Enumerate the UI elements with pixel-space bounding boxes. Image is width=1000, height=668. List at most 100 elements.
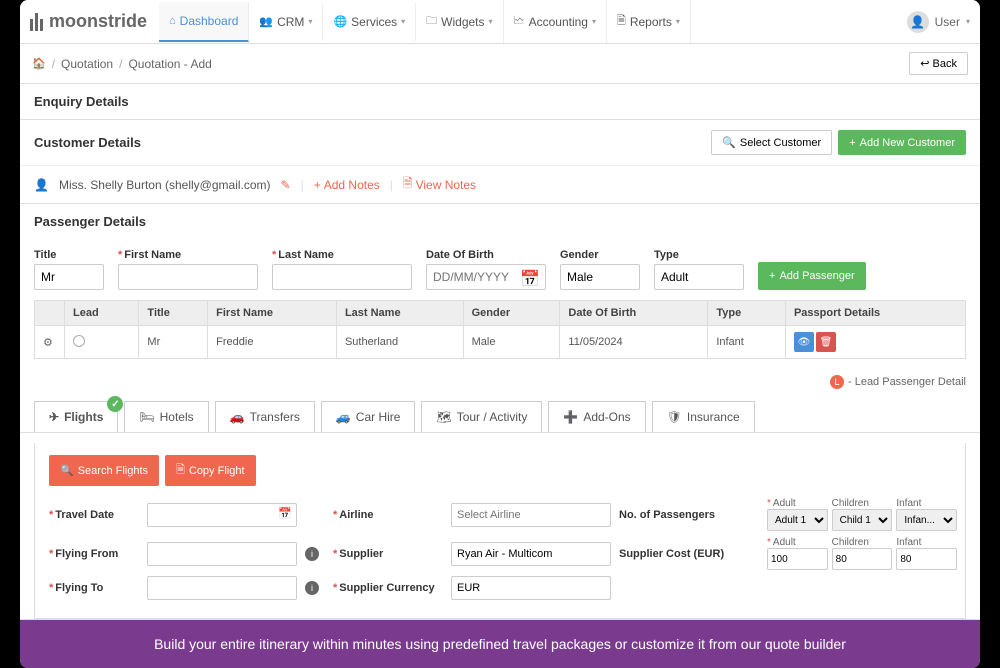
user-label: User	[935, 15, 960, 29]
add-passenger-button[interactable]: +Add Passenger	[758, 262, 866, 290]
chevron-down-icon: ▾	[966, 17, 970, 26]
folder-icon: 🗀	[426, 12, 437, 31]
lead-radio[interactable]	[73, 335, 85, 347]
plus-icon: +	[849, 137, 855, 149]
breadcrumb: 🏠 / Quotation / Quotation - Add ↩ Back	[20, 44, 980, 84]
calendar-icon[interactable]: 📅	[278, 507, 292, 520]
users-icon: 👥	[259, 15, 273, 28]
promo-banner: Build your entire itinerary within minut…	[20, 620, 980, 668]
airline-input[interactable]	[451, 503, 611, 527]
passenger-form: Title *First Name *Last Name Date Of Bir…	[20, 239, 980, 300]
cost-adult-input[interactable]	[767, 548, 828, 570]
car-icon: 🚙	[336, 410, 351, 424]
info-icon[interactable]: i	[305, 581, 319, 595]
service-tabs: ✈Flights✓ 🛏Hotels 🚗Transfers 🚙Car Hire 🗺…	[20, 401, 980, 433]
search-flights-button[interactable]: 🔍Search Flights	[49, 455, 159, 486]
search-icon: 🔍	[722, 136, 736, 149]
reply-icon: ↩	[920, 58, 929, 70]
brand-name: moonstride	[49, 11, 147, 32]
travel-date-input[interactable]	[147, 503, 297, 527]
tab-insurance[interactable]: 🛡Insurance	[652, 401, 755, 432]
chevron-down-icon: ▾	[401, 17, 405, 26]
map-icon: 🗺	[436, 410, 451, 424]
plane-icon: ✈	[49, 410, 59, 424]
nav-services[interactable]: 🌐Services▾	[323, 3, 416, 41]
passenger-table: Lead Title First Name Last Name Gender D…	[34, 300, 966, 359]
customer-name: Miss. Shelly Burton (shelly@gmail.com)	[59, 178, 271, 192]
view-notes-link[interactable]: 🗎View Notes	[403, 174, 476, 195]
table-row: ⚙ Mr Freddie Sutherland Male 11/05/2024 …	[35, 326, 966, 359]
chevron-down-icon: ▾	[489, 17, 493, 26]
calendar-icon[interactable]: 📅	[520, 269, 540, 289]
flight-panel: 🔍Search Flights 🗎Copy Flight *Travel Dat…	[34, 443, 966, 619]
cost-infant-input[interactable]	[896, 548, 957, 570]
plus-icon: +	[314, 178, 321, 192]
supplier-input[interactable]	[451, 542, 611, 566]
chevron-down-icon: ▾	[592, 17, 596, 26]
lead-legend: L- Lead Passenger Detail	[20, 369, 980, 395]
passenger-header: Passenger Details	[20, 204, 980, 239]
nav-dashboard[interactable]: ⌂Dashboard	[159, 2, 249, 42]
gender-input[interactable]	[560, 264, 640, 290]
breadcrumb-item[interactable]: Quotation	[61, 57, 113, 71]
breadcrumb-item: Quotation - Add	[128, 57, 211, 71]
globe-icon: 🌐	[333, 15, 347, 28]
brand-logo: moonstride	[30, 11, 147, 32]
copy-flight-button[interactable]: 🗎Copy Flight	[165, 455, 256, 486]
person-icon: 👤	[34, 178, 49, 192]
infant-select[interactable]: Infan...	[896, 509, 957, 531]
tab-transfers[interactable]: 🚗Transfers	[215, 401, 315, 432]
chevron-down-icon: ▾	[308, 17, 312, 26]
flying-from-input[interactable]	[147, 542, 297, 566]
add-new-customer-button[interactable]: +Add New Customer	[838, 130, 966, 155]
nav-reports[interactable]: 🗎Reports▾	[607, 0, 691, 43]
cost-children-input[interactable]	[832, 548, 893, 570]
tab-flights[interactable]: ✈Flights✓	[34, 401, 118, 432]
tab-hotels[interactable]: 🛏Hotels	[124, 401, 208, 432]
adult-select[interactable]: Adult 1	[767, 509, 828, 531]
delete-icon[interactable]: 🗑	[816, 332, 836, 352]
back-button[interactable]: ↩ Back	[909, 52, 968, 75]
enquiry-header: Enquiry Details	[20, 84, 980, 119]
calculator-icon: 🗠	[514, 12, 525, 31]
document-icon: 🗎	[617, 12, 626, 31]
children-select[interactable]: Child 1	[832, 509, 893, 531]
customer-header: Customer Details 🔍Select Customer +Add N…	[20, 120, 980, 165]
home-icon[interactable]: 🏠	[32, 57, 46, 70]
logo-mark-icon	[30, 13, 43, 31]
add-notes-link[interactable]: +Add Notes	[314, 178, 380, 192]
flying-to-input[interactable]	[147, 576, 297, 600]
last-name-input[interactable]	[272, 264, 412, 290]
select-customer-button[interactable]: 🔍Select Customer	[711, 130, 832, 155]
gear-icon[interactable]: ⚙	[43, 337, 53, 349]
currency-input[interactable]	[451, 576, 611, 600]
tab-addons[interactable]: ➕Add-Ons	[548, 401, 645, 432]
nav-widgets[interactable]: 🗀Widgets▾	[416, 0, 503, 43]
nav-accounting[interactable]: 🗠Accounting▾	[504, 0, 607, 43]
type-input[interactable]	[654, 264, 744, 290]
car-icon: 🚗	[230, 410, 245, 424]
plus-square-icon: ➕	[563, 410, 578, 424]
copy-icon: 🗎	[403, 174, 413, 195]
bed-icon: 🛏	[139, 410, 154, 424]
avatar-icon: 👤	[907, 11, 929, 33]
edit-customer-icon[interactable]: ✎	[281, 178, 291, 192]
first-name-input[interactable]	[118, 264, 258, 290]
check-icon: ✓	[107, 396, 123, 412]
tab-tour[interactable]: 🗺Tour / Activity	[421, 401, 542, 432]
user-menu[interactable]: 👤 User ▾	[907, 11, 970, 33]
customer-row: 👤 Miss. Shelly Burton (shelly@gmail.com)…	[20, 165, 980, 203]
info-icon[interactable]: i	[305, 547, 319, 561]
title-input[interactable]	[34, 264, 104, 290]
chevron-down-icon: ▾	[676, 17, 680, 26]
plus-icon: +	[769, 270, 775, 282]
lead-badge-icon: L	[830, 375, 844, 389]
tab-carhire[interactable]: 🚙Car Hire	[321, 401, 416, 432]
view-passport-icon[interactable]: 👁	[794, 332, 814, 352]
home-icon: ⌂	[169, 15, 176, 27]
nav-crm[interactable]: 👥CRM▾	[249, 3, 323, 41]
copy-icon: 🗎	[176, 461, 185, 480]
top-nav: moonstride ⌂Dashboard 👥CRM▾ 🌐Services▾ 🗀…	[20, 0, 980, 44]
search-icon: 🔍	[60, 464, 74, 477]
shield-icon: 🛡	[667, 410, 682, 424]
